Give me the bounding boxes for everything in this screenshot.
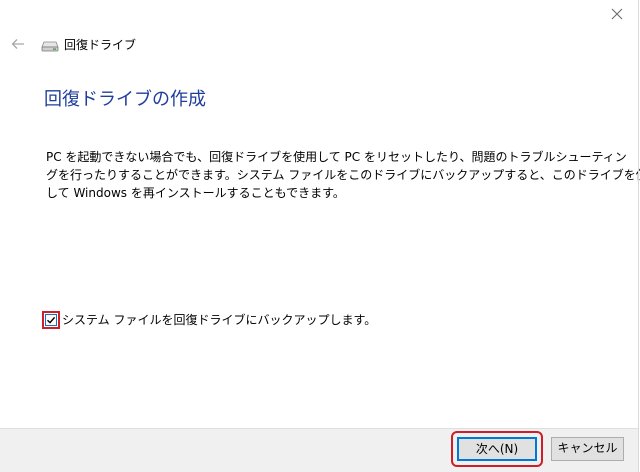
back-button[interactable] <box>8 34 28 54</box>
checkmark-icon <box>47 316 56 324</box>
close-button[interactable] <box>596 0 638 28</box>
drive-icon <box>41 41 59 52</box>
recovery-drive-window: 回復ドライブ 回復ドライブの作成 PC を起動できない場合でも、回復ドライブを使… <box>0 0 640 472</box>
checkbox-highlight-box <box>42 311 60 329</box>
backup-system-files-checkbox[interactable] <box>45 314 57 326</box>
next-button[interactable]: 次へ(N) <box>457 437 537 461</box>
description-line: して Windows を再インストールすることもできます。 <box>46 186 345 200</box>
backup-system-files-label[interactable]: システム ファイルを回復ドライブにバックアップします。 <box>62 312 376 328</box>
cancel-button[interactable]: キャンセル <box>551 437 624 461</box>
back-arrow-icon <box>11 39 24 49</box>
close-icon <box>611 8 623 20</box>
description-line: グを行ったりすることができます。システム ファイルをこのドライブにバックアップす… <box>46 168 640 182</box>
window-border <box>638 0 639 472</box>
window-header: 回復ドライブ <box>0 28 640 64</box>
window-title: 回復ドライブ <box>64 38 137 52</box>
page-title: 回復ドライブの作成 <box>44 89 206 110</box>
description-line: PC を起動できない場合でも、回復ドライブを使用して PC をリセットしたり、問… <box>46 150 627 164</box>
backup-system-files-option[interactable]: システム ファイルを回復ドライブにバックアップします。 <box>42 309 376 331</box>
description-text: PC を起動できない場合でも、回復ドライブを使用して PC をリセットしたり、問… <box>46 148 640 202</box>
